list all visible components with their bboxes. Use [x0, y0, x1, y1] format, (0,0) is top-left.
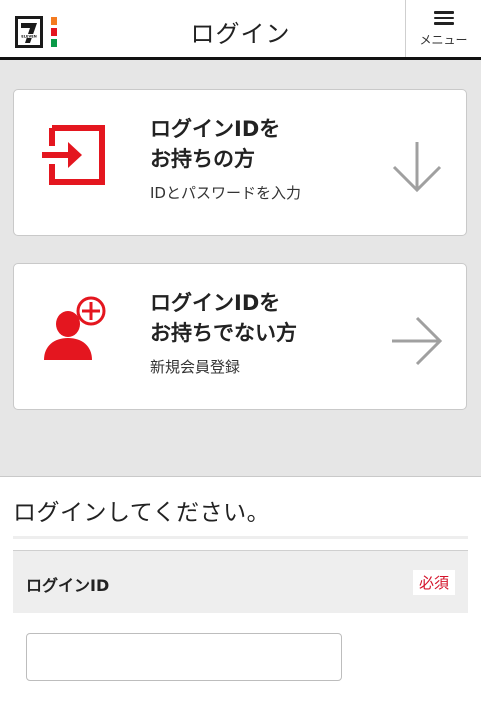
card-subtitle: IDとパスワードを入力 — [150, 184, 301, 202]
login-id-input[interactable] — [26, 633, 342, 681]
card-subtitle: 新規会員登録 — [150, 358, 241, 376]
login-id-field-header: ログインID 必須 — [13, 550, 468, 613]
card-title: ログインIDを お持ちでない方 — [150, 288, 297, 348]
login-prompt: ログインしてください。 — [13, 500, 271, 526]
app-header: ELEVEN ログイン メニュー — [0, 0, 481, 60]
card-title-line1: ログインIDを — [150, 117, 281, 141]
add-user-icon — [44, 296, 106, 360]
login-form-section: ログインしてください。 ログインID 必須 — [0, 476, 481, 701]
login-enter-icon — [42, 125, 105, 185]
card-title: ログインIDを お持ちの方 — [150, 114, 280, 174]
card-title-line2: お持ちでない方 — [150, 321, 297, 345]
card-title-line2: お持ちの方 — [150, 147, 255, 171]
login-id-label: ログインID — [26, 576, 110, 595]
menu-label: メニュー — [419, 33, 468, 47]
divider — [13, 536, 468, 539]
card-title-line1: ログインIDを — [150, 291, 281, 315]
required-badge: 必須 — [412, 570, 455, 595]
register-card[interactable]: ログインIDを お持ちでない方 新規会員登録 — [13, 263, 467, 410]
arrow-right-icon — [392, 316, 443, 366]
login-with-id-card[interactable]: ログインIDを お持ちの方 IDとパスワードを入力 — [13, 89, 467, 236]
menu-button[interactable]: メニュー — [405, 0, 481, 57]
hamburger-icon — [433, 11, 454, 25]
arrow-down-icon — [392, 142, 442, 193]
